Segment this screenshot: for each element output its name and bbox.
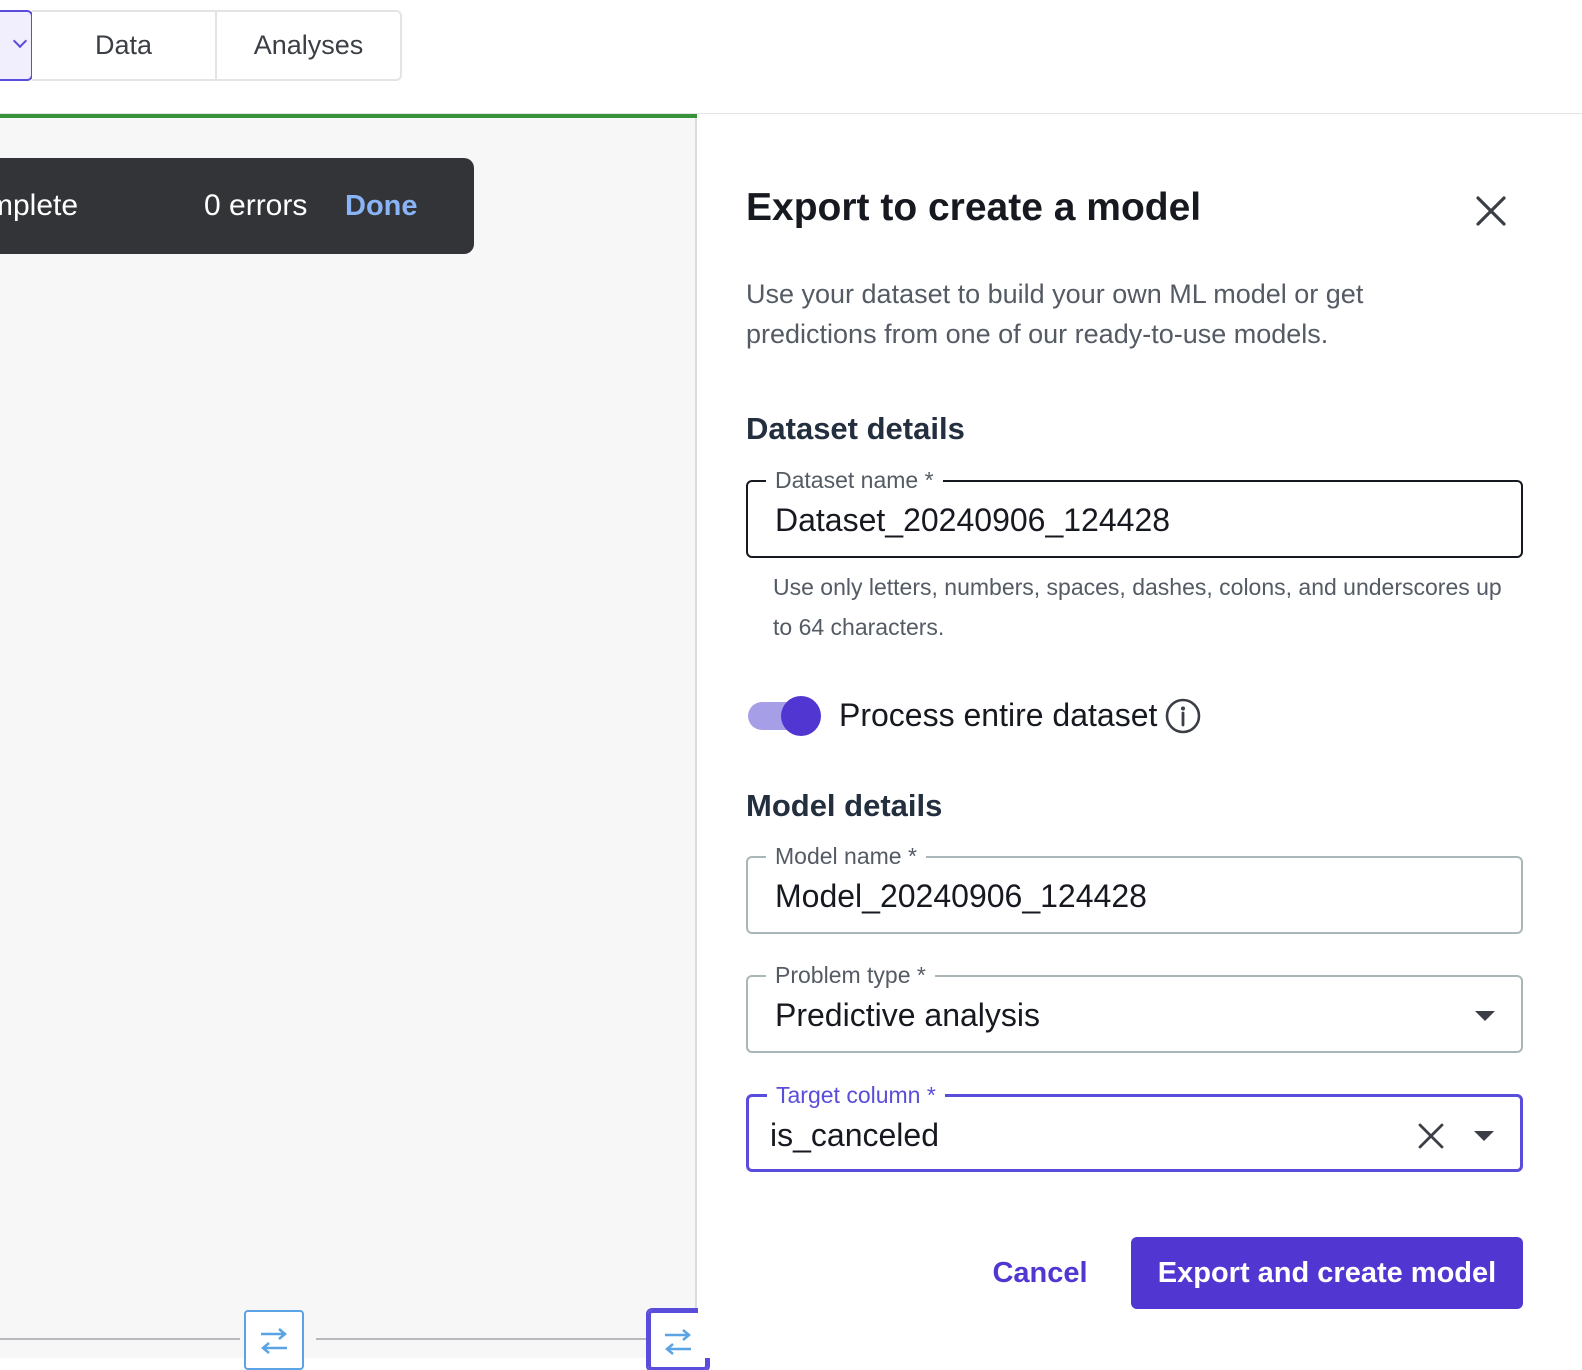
target-column-value[interactable]: is_canceled	[770, 1117, 939, 1154]
top-tab-bar: Data Analyses	[0, 0, 1582, 114]
toast-status-text: mplete	[0, 189, 79, 222]
process-entire-dataset-label: Process entire dataset	[839, 697, 1158, 733]
transform-icon	[665, 1329, 691, 1355]
chevron-down-icon[interactable]	[1474, 1131, 1494, 1141]
panel-title: Export to create a model	[746, 186, 1202, 229]
problem-type-value[interactable]: Predictive analysis	[775, 997, 1040, 1034]
target-column-label: Target column *	[767, 1080, 945, 1110]
process-entire-dataset-toggle[interactable]	[746, 696, 822, 736]
chevron-down-icon	[12, 33, 28, 49]
export-and-create-model-button[interactable]: Export and create model	[1131, 1237, 1523, 1309]
flow-canvas[interactable]	[0, 114, 697, 1358]
model-details-heading: Model details	[746, 788, 943, 823]
target-column-select[interactable]: Target column * is_canceled	[746, 1080, 1523, 1172]
panel-description: Use your dataset to build your own ML mo…	[746, 279, 1364, 349]
toast-errors-text: 0 errors	[204, 189, 308, 222]
chevron-down-icon[interactable]	[1475, 1011, 1495, 1021]
cancel-button[interactable]: Cancel	[980, 1238, 1100, 1308]
tab-flow[interactable]	[0, 10, 33, 81]
dataset-name-field[interactable]: Dataset name * Dataset_20240906_124428	[746, 465, 1523, 558]
status-toast: mplete 0 errors Done	[0, 158, 474, 254]
model-name-field[interactable]: Model name * Model_20240906_124428	[746, 841, 1523, 934]
transform-icon	[261, 1328, 287, 1354]
close-icon[interactable]	[1470, 190, 1512, 232]
toast-done-link[interactable]: Done	[345, 190, 418, 223]
flow-connector	[316, 1338, 646, 1340]
model-name-value[interactable]: Model_20240906_124428	[775, 878, 1147, 915]
dataset-name-label: Dataset name *	[766, 465, 943, 495]
flow-node-transform[interactable]	[244, 1310, 304, 1370]
flow-connector	[0, 1338, 240, 1340]
clear-icon[interactable]	[1416, 1121, 1446, 1151]
problem-type-label: Problem type *	[766, 960, 935, 990]
tab-data[interactable]: Data	[32, 10, 217, 81]
dataset-name-helper: Use only letters, numbers, spaces, dashe…	[773, 574, 1502, 640]
problem-type-select[interactable]: Problem type * Predictive analysis	[746, 960, 1523, 1053]
info-icon[interactable]	[1164, 697, 1202, 735]
model-name-label: Model name *	[766, 841, 926, 871]
dataset-name-value[interactable]: Dataset_20240906_124428	[775, 502, 1170, 539]
tab-analyses[interactable]: Analyses	[215, 10, 402, 81]
progress-bar	[0, 114, 697, 118]
dataset-details-heading: Dataset details	[746, 411, 965, 446]
